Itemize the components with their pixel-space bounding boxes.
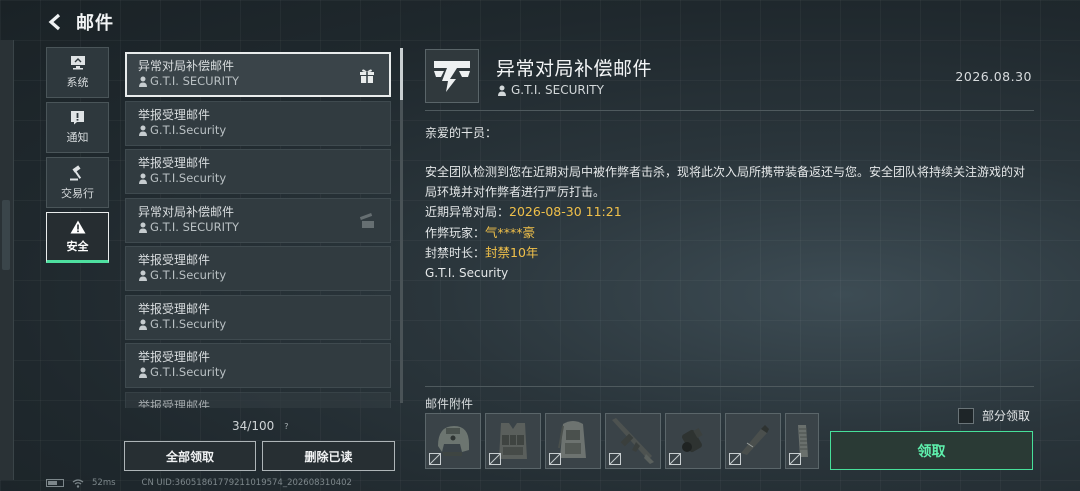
scrollbar-thumb[interactable]: [400, 48, 403, 100]
user-icon: [139, 319, 147, 330]
gift-open-icon: [359, 212, 376, 232]
mail-subject: 举报受理邮件: [138, 301, 211, 316]
help-icon[interactable]: ?: [284, 422, 288, 431]
gift-icon: [359, 68, 375, 87]
mail-subject: 异常对局补偿邮件: [138, 204, 235, 219]
ban-line: 封禁时长：封禁10年: [425, 245, 539, 260]
user-icon: [139, 222, 147, 233]
partial-claim-option[interactable]: 部分领取: [958, 407, 1030, 424]
no-loss-icon: [609, 453, 621, 465]
user-icon: [139, 367, 147, 378]
mail-sender: G.T.I.Security: [138, 317, 390, 332]
uid-text: CN UID:360518617792110195​74_20260831040…: [141, 478, 352, 488]
list-item[interactable]: 异常对局补偿邮件 G.T.I. SECURITY: [125, 197, 391, 243]
mail-date: 2026.08.30: [955, 69, 1032, 84]
mail-sender: G.T.I.Security: [138, 365, 390, 380]
match-time: 2026-08-30 11:21: [509, 204, 622, 219]
attachment-item[interactable]: [545, 413, 601, 469]
user-icon: [139, 270, 147, 281]
mail-count: 34/100 ?: [232, 419, 289, 433]
attachment-item[interactable]: [725, 413, 781, 469]
category-label: 交易行: [61, 186, 94, 200]
partial-claim-checkbox[interactable]: [958, 407, 974, 424]
attachment-list: [425, 413, 819, 469]
mail-sender: G.T.I.Security: [138, 171, 390, 186]
mail-detail-title: 异常对局补偿邮件: [496, 58, 653, 80]
mail-list[interactable]: 异常对局补偿邮件 G.T.I. SECURITY 举报受理邮件 G.T.I.Se…: [125, 52, 393, 408]
monitor-icon: [70, 56, 85, 70]
mail-subject: 举报受理邮件: [138, 350, 211, 364]
mail-list-scrollbar[interactable]: [400, 48, 403, 403]
signature: G.T.I. Security: [425, 265, 509, 280]
mail-subject: 举报受理邮件: [138, 156, 211, 170]
divider: [425, 386, 1034, 387]
category-sidebar: 系统 通知 交易行 安全: [46, 47, 109, 267]
no-loss-icon: [729, 453, 741, 465]
category-notice[interactable]: 通知: [46, 102, 109, 153]
mail-subject: 举报受理邮件: [138, 253, 211, 267]
user-icon: [498, 85, 506, 96]
mail-sender: G.T.I.Security: [138, 123, 390, 138]
attachment-item[interactable]: [605, 413, 661, 469]
list-item[interactable]: 举报受理邮件 G.T.I.Security: [125, 100, 391, 146]
category-system[interactable]: 系统: [46, 47, 109, 98]
page-title: 邮件: [76, 13, 114, 34]
alert-box-icon: [71, 111, 84, 125]
cheater-name: 气****豪: [485, 224, 536, 240]
attachment-item[interactable]: [485, 413, 541, 469]
ban-duration: 封禁10年: [485, 245, 539, 260]
attachment-item[interactable]: [785, 413, 819, 469]
status-bar: 52ms CN UID:360518617792110195​74_202608…: [46, 478, 352, 488]
no-loss-icon: [489, 453, 501, 465]
warning-triangle-icon: [70, 220, 85, 233]
claim-button[interactable]: 领取: [830, 431, 1033, 470]
user-icon: [139, 125, 147, 136]
mail-subject: 举报受理邮件: [138, 398, 211, 409]
list-item[interactable]: 举报受理邮件: [125, 391, 391, 409]
category-label: 系统: [66, 76, 89, 89]
gti-logo: [425, 49, 479, 103]
match-line: 近期异常对局：2026-08-30 11:21: [425, 204, 622, 219]
divider: [425, 110, 1034, 111]
no-loss-icon: [669, 453, 681, 465]
attachments-label: 邮件附件: [425, 397, 474, 411]
category-label: 通知: [66, 131, 89, 144]
no-loss-icon: [789, 453, 801, 465]
wifi-icon: [72, 478, 84, 488]
list-item[interactable]: 举报受理邮件 G.T.I.Security: [125, 294, 391, 340]
mail-sender: G.T.I. SECURITY: [138, 74, 389, 89]
user-icon: [139, 76, 147, 87]
category-security[interactable]: 安全: [46, 212, 109, 263]
battery-icon: [46, 479, 64, 487]
mail-body: 亲爱的干员： 安全团队检测到您在近期对局中被作弊者击杀，现将此次入局所携带装备返…: [425, 124, 1035, 283]
user-icon: [139, 173, 147, 184]
partial-claim-label: 部分领取: [982, 409, 1031, 423]
claim-all-button[interactable]: 全部领取: [124, 441, 256, 471]
attachment-item[interactable]: [425, 413, 481, 469]
list-item[interactable]: 举报受理邮件 G.T.I.Security: [125, 149, 391, 194]
delete-read-button[interactable]: 删除已读: [262, 441, 395, 471]
list-item[interactable]: 异常对局补偿邮件 G.T.I. SECURITY: [125, 52, 391, 97]
back-arrow-icon[interactable]: [44, 11, 66, 33]
mail-sender: G.T.I. SECURITY: [138, 220, 390, 235]
mail-sender: G.T.I.Security: [138, 268, 390, 283]
attachment-item[interactable]: [665, 413, 721, 469]
list-item[interactable]: 举报受理邮件 G.T.I.Security: [125, 343, 391, 388]
mail-subject: 异常对局补偿邮件: [138, 59, 235, 73]
category-label: 安全: [66, 239, 89, 253]
no-loss-icon: [429, 453, 441, 465]
page-header: 邮件: [44, 8, 114, 36]
list-item[interactable]: 举报受理邮件 G.T.I.Security: [125, 246, 391, 291]
category-trading[interactable]: 交易行: [46, 157, 109, 208]
cheater-line: 作弊玩家：气****豪: [425, 224, 536, 240]
greeting: 亲爱的干员：: [425, 126, 498, 140]
side-panel-edge: [0, 40, 14, 480]
gavel-icon: [70, 164, 82, 180]
mail-subject: 举报受理邮件: [138, 107, 211, 122]
no-loss-icon: [549, 453, 561, 465]
body-paragraph: 安全团队检测到您在近期对局中被作弊者击杀，现将此次入局所携带装备返还与您。安全团…: [425, 165, 1026, 199]
mail-detail-sender: G.T.I. SECURITY: [497, 83, 604, 97]
ping-text: 52ms: [92, 478, 116, 488]
